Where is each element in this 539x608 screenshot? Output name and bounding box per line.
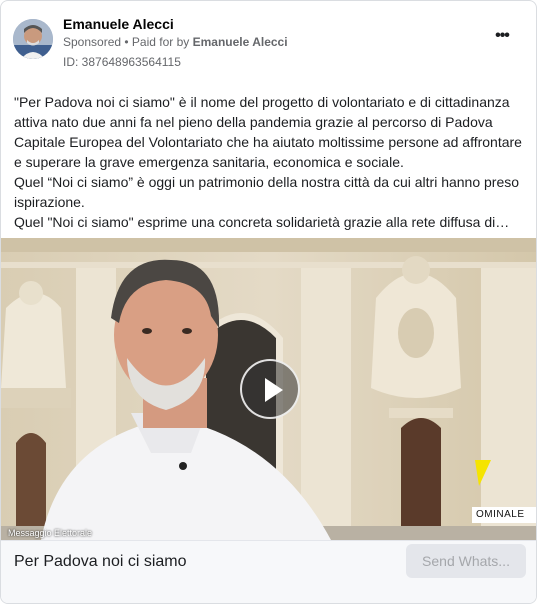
ad-body-text: "Per Padova noi ci siamo" è il nome del … — [14, 92, 524, 232]
sponsored-line: Sponsored • Paid for by Emanuele Alecci — [63, 35, 288, 49]
paid-for-name: Emanuele Alecci — [192, 35, 288, 49]
play-icon — [265, 378, 283, 402]
page-name[interactable]: Emanuele Alecci — [63, 16, 174, 32]
body-paragraph: Quel “Noi ci siamo” è oggi un patrimonio… — [14, 174, 520, 210]
meta-separator: • — [121, 35, 132, 49]
ad-footer: Per Padova noi ci siamo Send Whats... — [1, 540, 536, 603]
video-lower-third: OMINALE — [472, 507, 536, 523]
send-whatsapp-button[interactable]: Send Whats... — [406, 544, 526, 578]
play-button[interactable] — [240, 359, 300, 419]
avatar[interactable] — [13, 19, 53, 59]
video-player[interactable]: Messaggio Elettorale OMINALE — [1, 238, 536, 540]
link-title[interactable]: Per Padova noi ci siamo — [14, 553, 187, 571]
more-options-icon[interactable]: ••• — [490, 28, 514, 45]
post-header: Emanuele Alecci Sponsored • Paid for by … — [13, 15, 524, 75]
paid-for-prefix: Paid for by — [131, 35, 193, 49]
sponsored-label: Sponsored — [63, 35, 122, 49]
ad-card: Emanuele Alecci Sponsored • Paid for by … — [0, 0, 537, 604]
body-paragraph: Quel "Noi ci siamo" esprime una concreta… — [14, 214, 510, 230]
body-paragraph: "Per Padova noi ci siamo" è il nome del … — [14, 94, 522, 170]
library-id: ID: 387648963564115 — [63, 55, 181, 69]
election-watermark: Messaggio Elettorale — [8, 528, 93, 538]
